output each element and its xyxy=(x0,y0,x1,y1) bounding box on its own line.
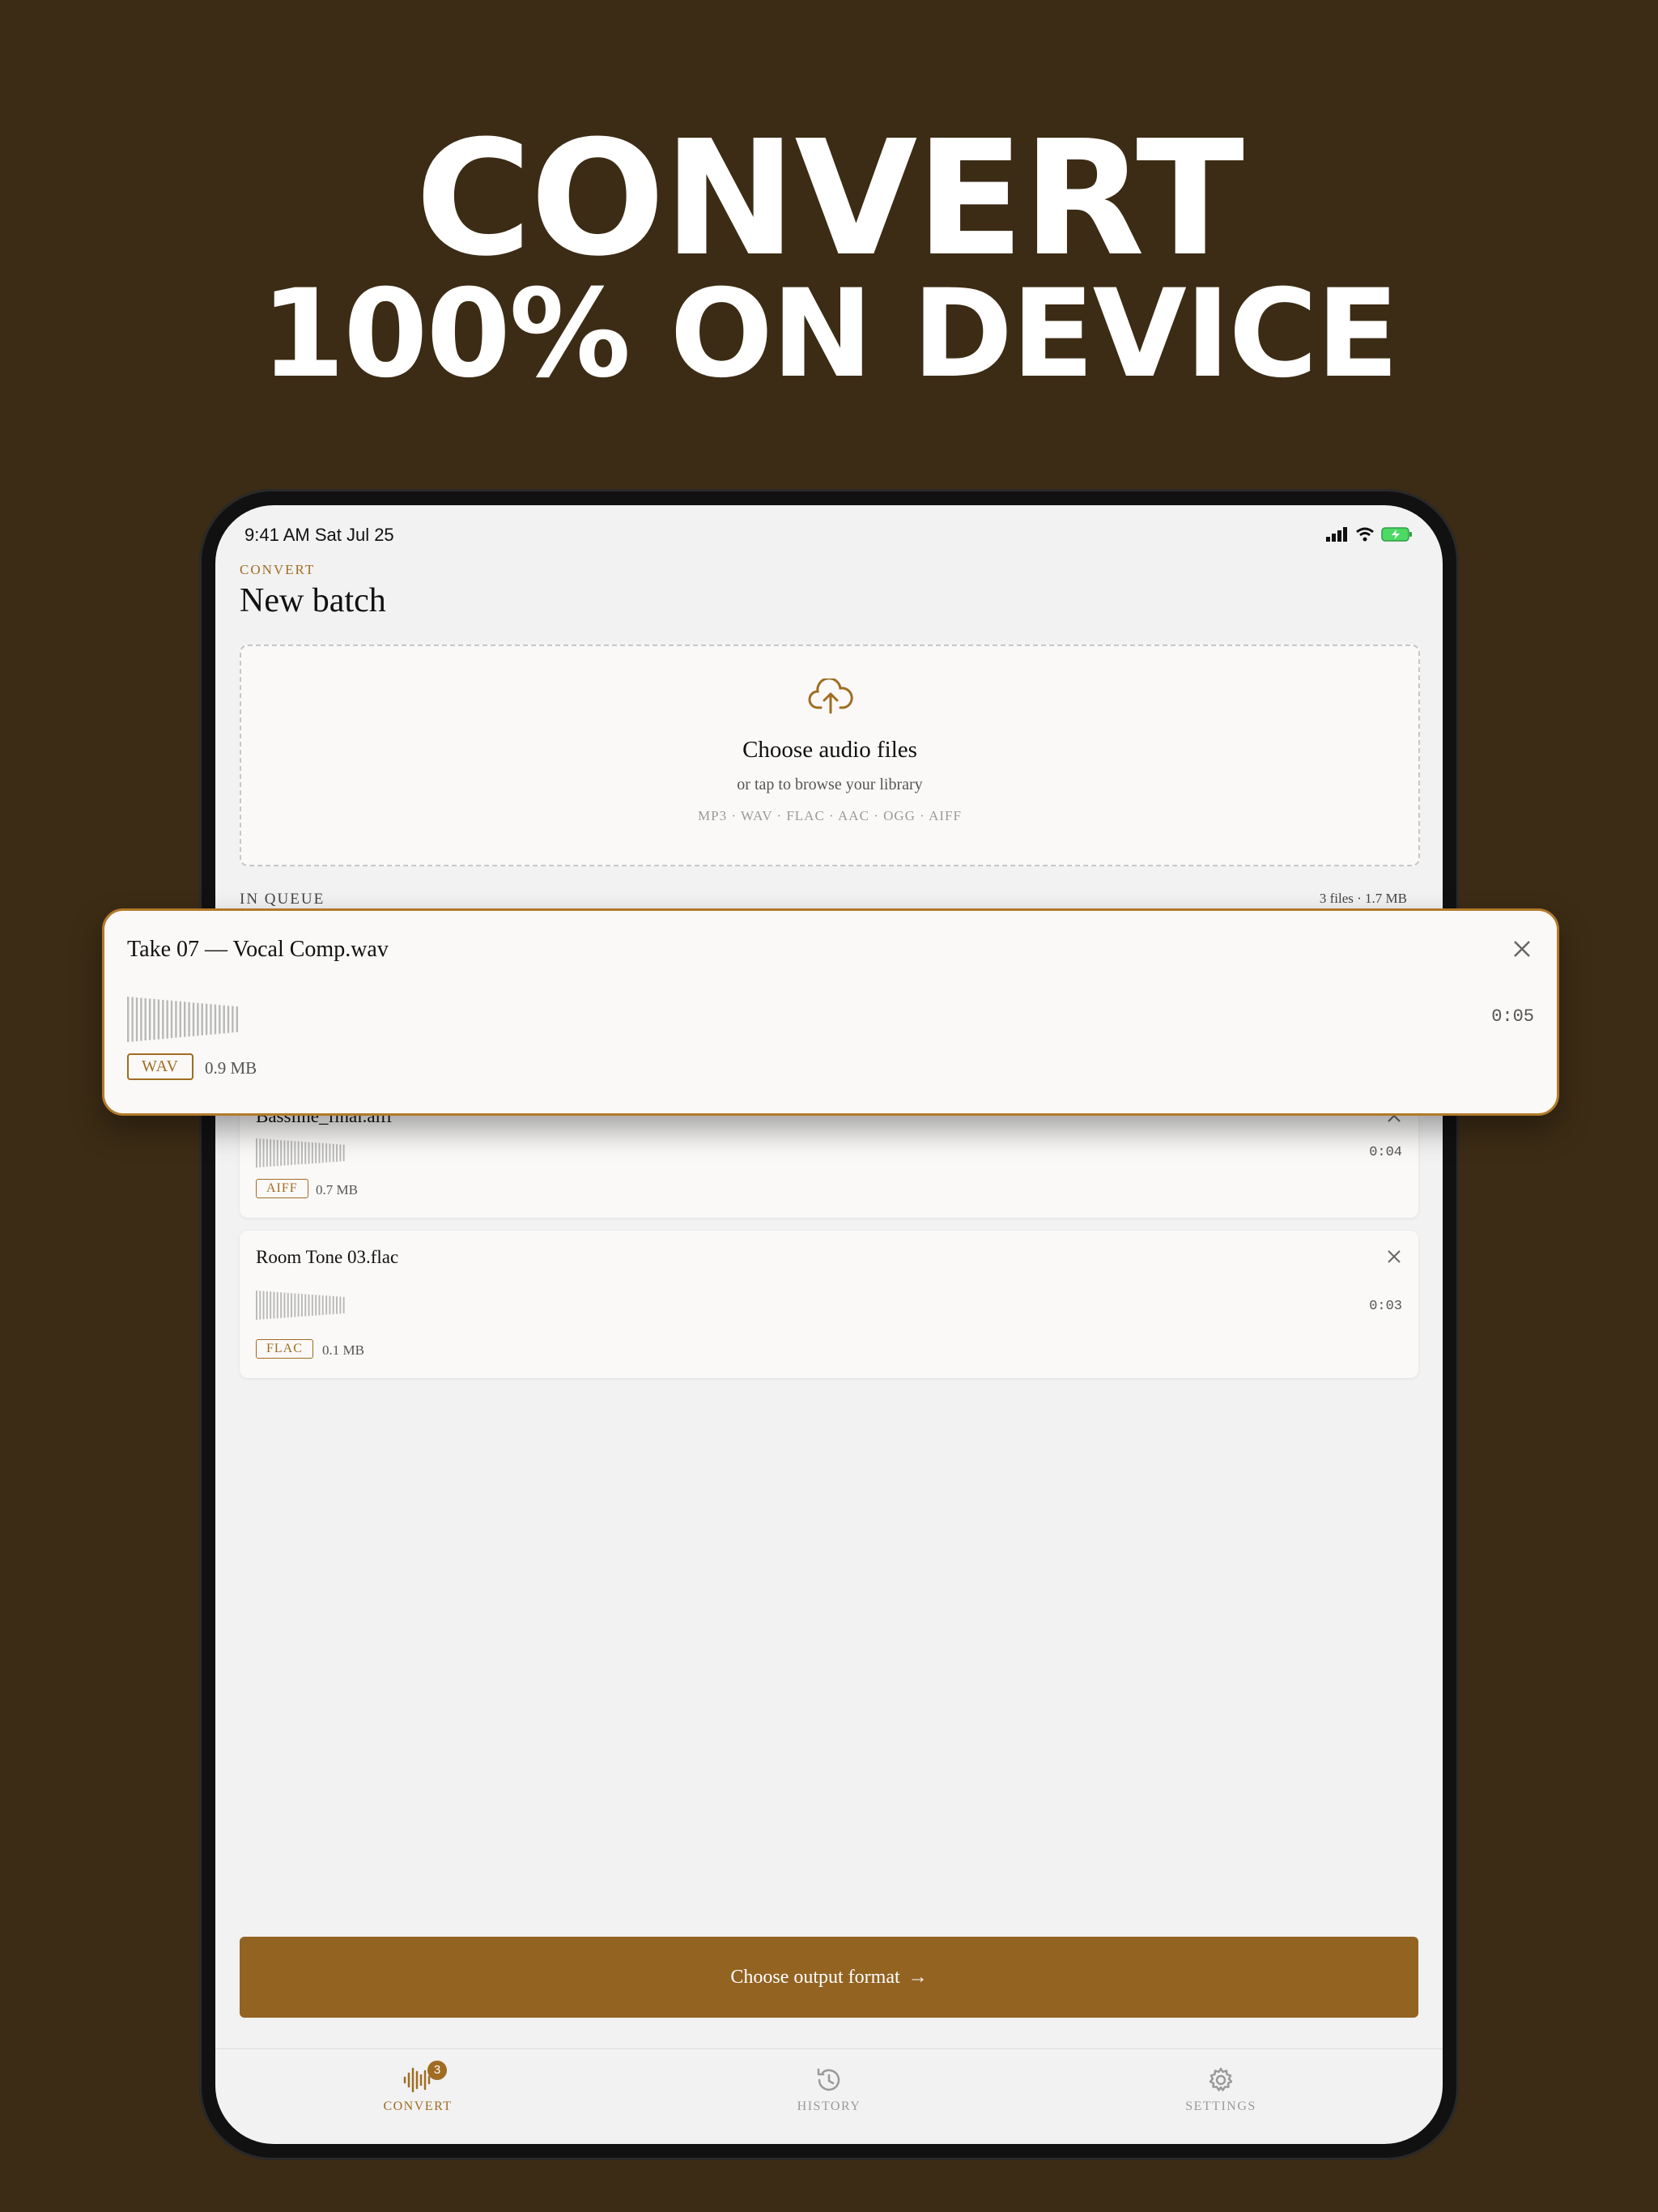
file-size: 0.7 MB xyxy=(316,1182,358,1197)
section-eyebrow: CONVERT xyxy=(240,562,316,577)
queue-label: IN QUEUE xyxy=(240,891,325,908)
app-screen: 9:41 AM Sat Jul 25 CONVERT New batch Cho… xyxy=(215,505,1443,2144)
status-time: 9:41 AM Sat Jul 25 xyxy=(244,525,394,545)
choose-output-format-button[interactable]: Choose output format → xyxy=(240,1937,1418,2018)
tab-label: HISTORY xyxy=(797,2099,861,2113)
file-duration: 0:05 xyxy=(1491,1006,1534,1027)
cloud-upload-icon xyxy=(808,678,853,714)
tab-settings[interactable]: SETTINGS xyxy=(1140,2064,1302,2114)
file-size: 0.1 MB xyxy=(322,1342,364,1358)
status-bar: 9:41 AM Sat Jul 25 xyxy=(244,518,1414,551)
supported-formats: MP3 · WAV · FLAC · AAC · OGG · AIFF xyxy=(698,808,962,823)
tab-label: CONVERT xyxy=(383,2099,453,2113)
waveform-icon xyxy=(256,1291,345,1320)
file-name: Take 07 — Vocal Comp.wav xyxy=(127,937,389,962)
tab-badge-count: 3 xyxy=(427,2061,447,2080)
tab-history[interactable]: HISTORY xyxy=(748,2064,910,2114)
highlighted-queue-item[interactable]: Take 07 — Vocal Comp.wav 0:05 WAV 0.9 MB xyxy=(102,908,1559,1116)
headline-convert: CONVERT xyxy=(415,107,1244,291)
dropzone-title: Choose audio files xyxy=(742,737,917,763)
headline-on-device: 100% ON DEVICE xyxy=(260,264,1399,405)
cta-label: Choose output format xyxy=(730,1966,900,1988)
file-name: Room Tone 03.flac xyxy=(256,1247,399,1267)
format-badge: FLAC xyxy=(256,1339,313,1359)
file-dropzone[interactable]: Choose audio files or tap to browse your… xyxy=(240,644,1420,866)
waveform-icon xyxy=(256,1138,345,1168)
format-badge: AIFF xyxy=(256,1179,308,1198)
battery-charging-icon xyxy=(1381,527,1412,542)
waveform-icon xyxy=(127,997,238,1042)
arrow-right-icon: → xyxy=(908,1966,928,1988)
gear-icon xyxy=(1209,2067,1233,2091)
queue-summary: 3 files · 1.7 MB xyxy=(1319,891,1407,906)
file-size: 0.9 MB xyxy=(205,1058,257,1078)
tab-label: SETTINGS xyxy=(1185,2099,1256,2113)
file-duration: 0:03 xyxy=(1369,1299,1402,1314)
page-title: New batch xyxy=(240,582,386,619)
list-item[interactable]: Room Tone 03.flac 0:03 FLAC 0.1 MB xyxy=(240,1231,1418,1378)
status-icons xyxy=(1326,526,1414,542)
cellular-signal-icon xyxy=(1326,527,1347,542)
file-duration: 0:04 xyxy=(1369,1145,1402,1160)
close-icon[interactable] xyxy=(1386,1249,1402,1265)
tab-bar: 3 CONVERT HISTORY SETTINGS xyxy=(215,2048,1443,2144)
dropzone-subtitle: or tap to browse your library xyxy=(737,776,923,793)
close-icon[interactable] xyxy=(1511,938,1533,959)
tab-convert[interactable]: 3 CONVERT xyxy=(337,2061,499,2114)
wifi-icon xyxy=(1356,527,1374,542)
history-icon xyxy=(817,2068,840,2091)
ipad-frame: 9:41 AM Sat Jul 25 CONVERT New batch Cho… xyxy=(199,489,1459,2160)
format-badge: WAV xyxy=(127,1053,193,1080)
